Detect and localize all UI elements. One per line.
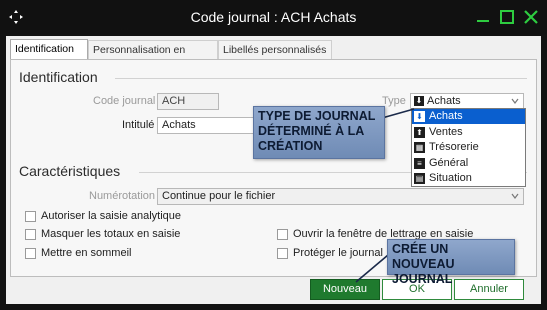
callout-line: TYPE DE JOURNAL [258, 109, 376, 123]
checkbox-label: Autoriser la saisie analytique [41, 210, 182, 222]
type-option-ventes[interactable]: ⬆ Ventes [412, 125, 525, 140]
numerotation-value: Continue pour le fichier [162, 190, 276, 202]
type-label: Type [382, 95, 406, 107]
minimize-icon[interactable] [474, 8, 492, 26]
callout-line: CRÉE UN NOUVEAU [392, 242, 455, 271]
option-label: Trésorerie [429, 141, 479, 153]
option-label: Ventes [429, 125, 463, 138]
checkbox-box[interactable] [277, 248, 288, 259]
type-select-value: Achats [427, 95, 461, 107]
section-caracteristiques-title: Caractéristiques [19, 163, 121, 179]
window-title: Code journal : ACH Achats [190, 9, 357, 25]
title-bar[interactable]: Code journal : ACH Achats [0, 0, 547, 34]
checkbox-box[interactable] [25, 229, 36, 240]
intitule-field[interactable]: Achats [157, 117, 265, 134]
numerotation-select[interactable]: Continue pour le fichier [157, 188, 524, 205]
nouveau-button[interactable]: Nouveau [310, 279, 380, 300]
type-option-situation[interactable]: ▤ Situation [412, 171, 525, 186]
download-icon: ⬇ [414, 111, 425, 122]
tab-libelles[interactable]: Libellés personnalisés [218, 40, 332, 59]
upload-icon: ⬆ [414, 126, 425, 138]
tab-personnalisation[interactable]: Personnalisation en saisie [88, 40, 218, 74]
section-identification-title: Identification [19, 69, 98, 85]
maximize-icon[interactable] [498, 8, 516, 26]
dialog-window: Code journal : ACH Achats Identification… [0, 0, 547, 310]
type-option-achats[interactable]: ⬇ Achats [412, 109, 525, 124]
option-label: Général [429, 156, 469, 169]
type-dropdown-list[interactable]: ⬇ Achats ⬆ Ventes ▦ Trésorerie ≡ Général… [411, 108, 526, 187]
chevron-down-icon [511, 193, 519, 199]
checkbox-label: Mettre en sommeil [41, 247, 132, 259]
code-journal-field: ACH [157, 93, 219, 110]
checkbox-box[interactable] [25, 248, 36, 259]
checkbox-label: Protéger le journal [293, 247, 383, 259]
checkbox-label: Masquer les totaux en saisie [41, 228, 181, 240]
type-option-general[interactable]: ≡ Général [412, 156, 525, 171]
situation-icon: ▤ [414, 173, 425, 184]
intitule-label: Intitulé [122, 119, 155, 131]
callout-type-journal: TYPE DE JOURNAL DÉTERMINÉ À LA CRÉATION [253, 106, 385, 159]
checkbox-box[interactable] [25, 211, 36, 222]
code-journal-label: Code journal [93, 95, 156, 107]
option-label: Achats [429, 110, 463, 122]
checkbox-box[interactable] [277, 229, 288, 240]
callout-line: CRÉATION [258, 139, 323, 153]
option-label: Situation [429, 172, 472, 184]
callout-line: JOURNAL [392, 272, 453, 286]
tab-identification[interactable]: Identification [10, 39, 88, 60]
chevron-down-icon [511, 98, 519, 104]
numerotation-label: Numérotation [89, 190, 156, 202]
bank-icon: ▦ [414, 142, 425, 153]
callout-nouveau: CRÉE UN NOUVEAU JOURNAL [387, 239, 515, 286]
download-icon: ⬇ [414, 96, 424, 106]
divider [115, 78, 527, 79]
type-option-tresorerie[interactable]: ▦ Trésorerie [412, 140, 525, 155]
callout-line: DÉTERMINÉ À LA [258, 124, 365, 138]
close-icon[interactable] [522, 8, 540, 26]
ledger-icon: ≡ [414, 157, 425, 169]
